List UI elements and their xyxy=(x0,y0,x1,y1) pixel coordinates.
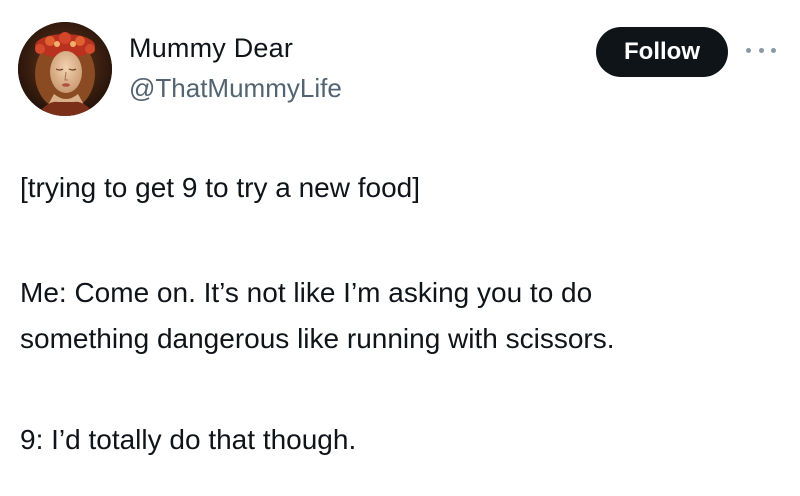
follow-button[interactable]: Follow xyxy=(596,27,728,77)
tweet-text-line: 9: I’d totally do that though. xyxy=(20,424,357,455)
author-handle[interactable]: @ThatMummyLife xyxy=(129,73,342,104)
more-dot xyxy=(746,47,751,53)
more-dot xyxy=(771,47,776,53)
more-horizontal-icon[interactable] xyxy=(746,40,776,60)
tweet-text-line: Me: Come on. It’s not like I’m asking yo… xyxy=(20,277,593,308)
tweet-text-line: something dangerous like running with sc… xyxy=(20,323,615,354)
author-name[interactable]: Mummy Dear xyxy=(129,33,293,64)
tweet-text-line: [trying to get 9 to try a new food] xyxy=(20,172,420,203)
avatar-image xyxy=(18,22,112,116)
tweet-card: Mummy Dear @ThatMummyLife Follow [trying… xyxy=(0,0,800,496)
avatar[interactable] xyxy=(18,22,112,116)
more-dot xyxy=(758,47,764,53)
